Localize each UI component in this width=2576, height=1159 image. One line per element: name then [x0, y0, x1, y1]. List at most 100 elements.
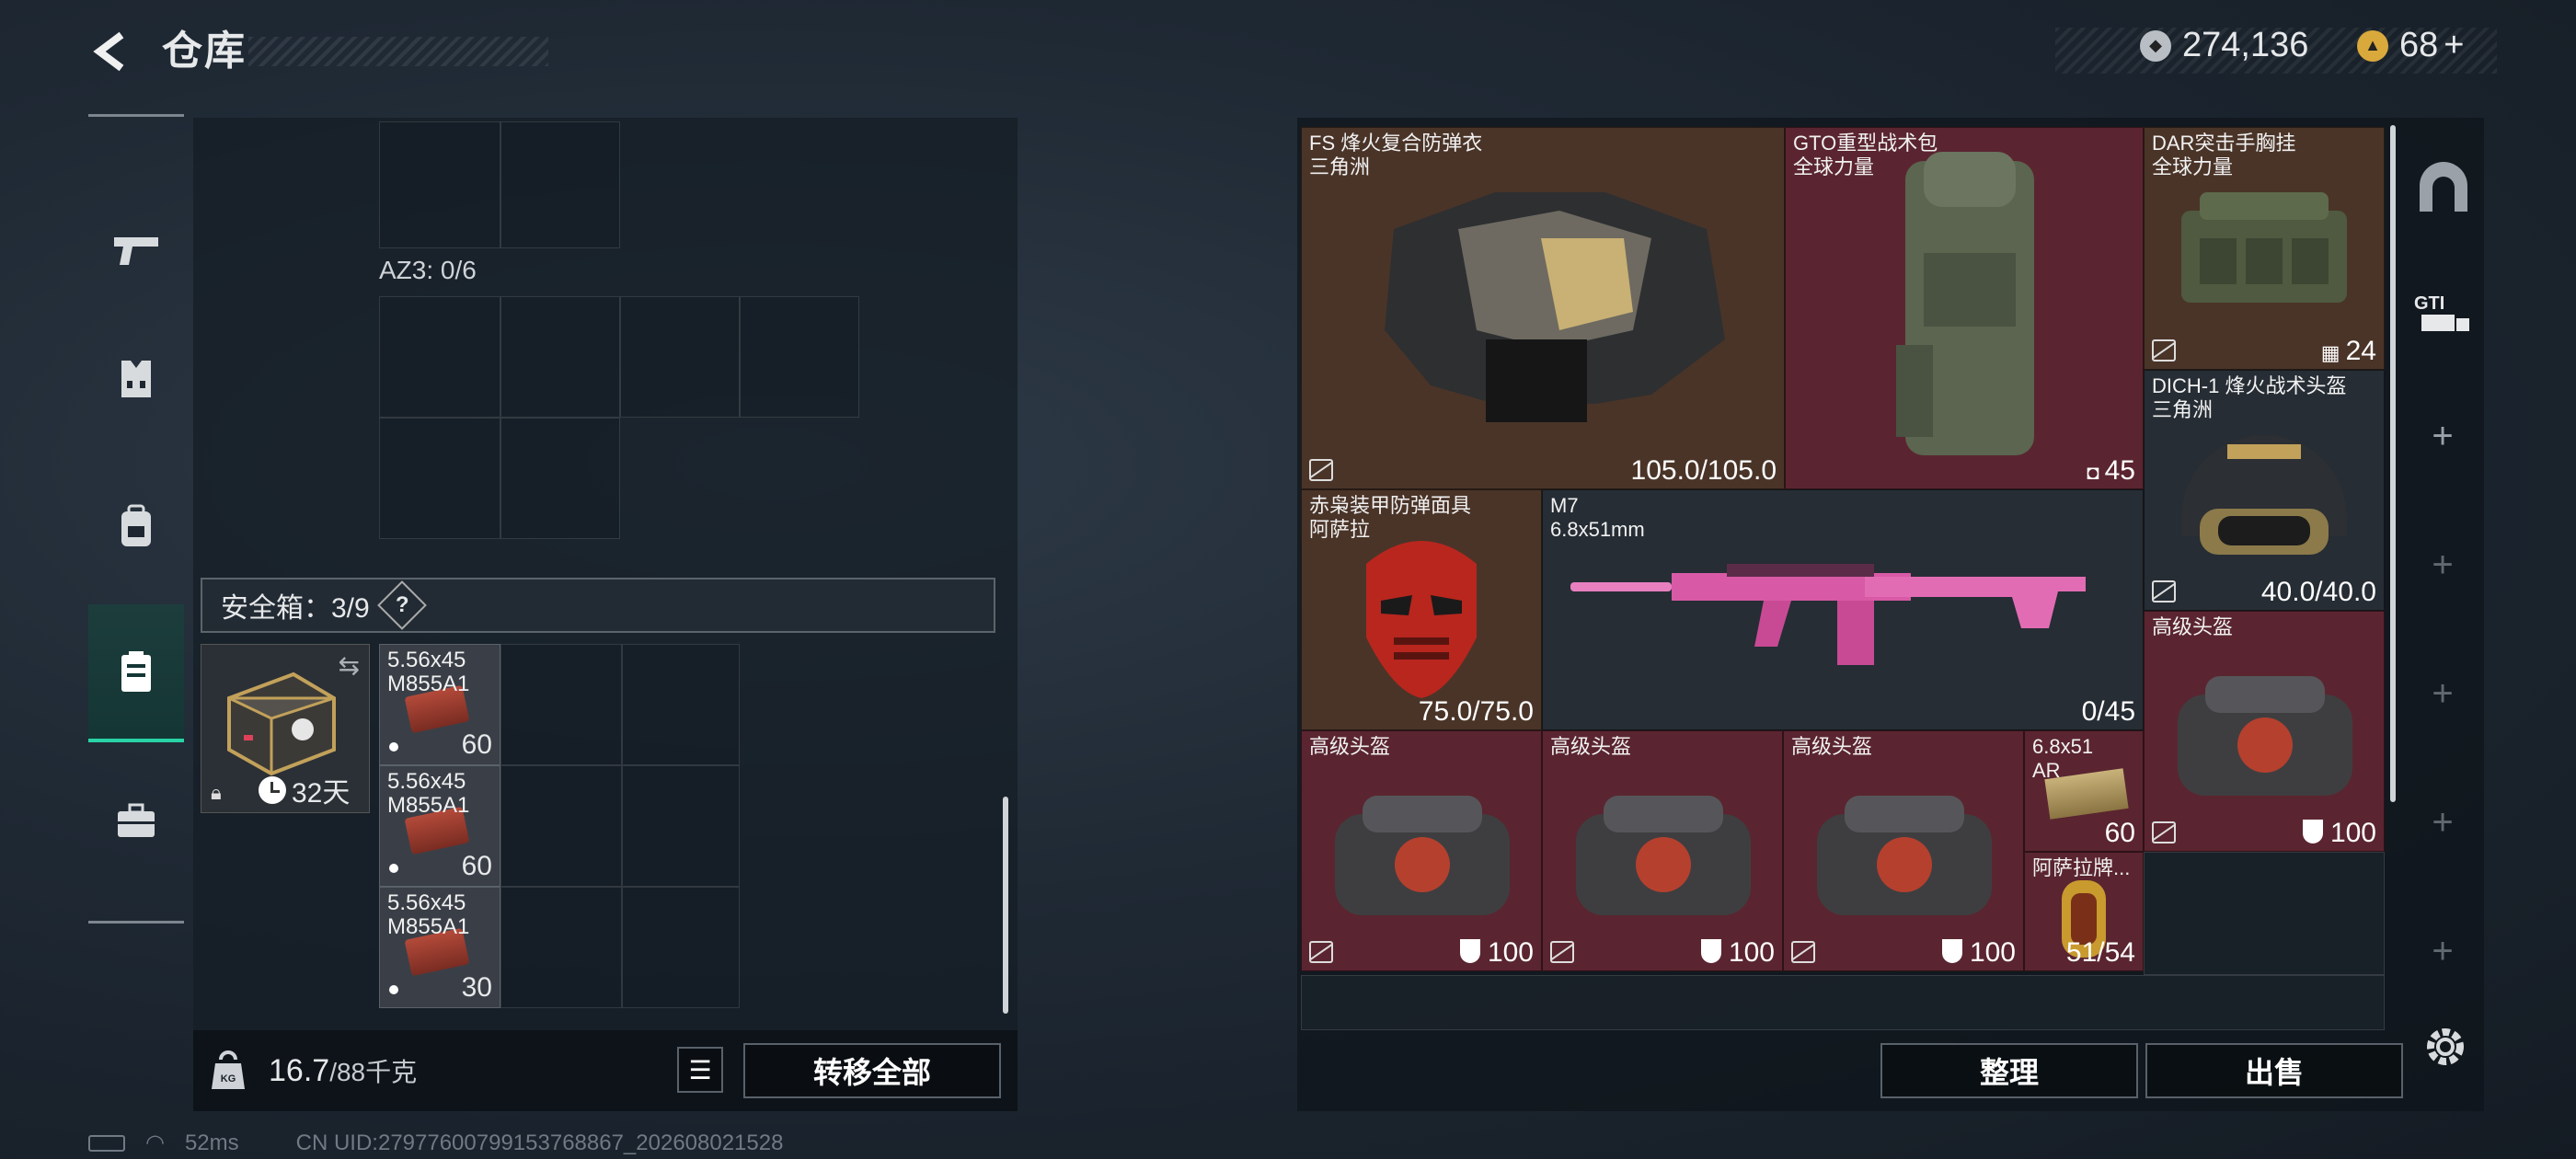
weight-readout: 16.7/88千克: [269, 1052, 417, 1089]
ammo-count: 30: [461, 972, 492, 1003]
item-face-mask[interactable]: 赤枭装甲防弹面具 阿萨拉 75.0/75.0: [1301, 489, 1542, 730]
item-armor-vest[interactable]: FS 烽火复合防弹衣 三角洲 105.0/105.0: [1301, 127, 1785, 489]
item-name: 高级头盔: [1791, 735, 1873, 758]
safebox-image: [227, 671, 336, 776]
item-durability: 100: [2302, 818, 2376, 849]
container-slot[interactable]: [500, 296, 620, 418]
stash-tab-gti[interactable]: GTI: [2412, 287, 2473, 335]
item-backpack[interactable]: GTO重型战术包 全球力量 ◘ 45: [1785, 127, 2144, 489]
container-slot[interactable]: [500, 418, 620, 539]
safebox-slot[interactable]: [500, 887, 622, 1008]
container-slot[interactable]: [740, 296, 859, 418]
item-advanced-helmet[interactable]: 高级头盔 100: [1783, 730, 2024, 971]
nav-weapons[interactable]: [88, 181, 184, 319]
face-mask-image: [1366, 541, 1477, 698]
nav-armor[interactable]: [88, 310, 184, 448]
ammo-item[interactable]: 5.56x45 M855A1 60: [379, 644, 500, 765]
expire-timer: 32天: [259, 770, 350, 810]
expire-days: 32天: [292, 778, 351, 809]
safebox-card[interactable]: ⇆ 🔒︎ 32天: [201, 644, 370, 813]
safebox-header: 安全箱：3/9 ?: [201, 578, 995, 633]
sort-button[interactable]: 整理: [1880, 1043, 2138, 1098]
stash-scrollbar[interactable]: [2390, 125, 2396, 802]
ammo-item[interactable]: 5.56x45 M855A1 30: [379, 887, 500, 1008]
svg-text:KG: KG: [221, 1073, 236, 1084]
durability-value: 100: [1969, 937, 2016, 968]
ammo-item[interactable]: 5.56x45 M855A1 60: [379, 765, 500, 887]
no-trade-icon: [2152, 821, 2176, 843]
container-label: AZ3: 0/6: [379, 256, 477, 284]
item-advanced-helmet[interactable]: 高级头盔 100: [1301, 730, 1542, 971]
item-durability: 75.0/75.0: [1418, 696, 1534, 727]
settings-button[interactable]: [2420, 1021, 2471, 1073]
duffel-bag-image: [1335, 796, 1510, 915]
container-slot[interactable]: [620, 296, 740, 418]
capacity-value: 24: [2345, 336, 2376, 366]
item-asala-brand[interactable]: 阿萨拉牌... 51/54: [2024, 852, 2144, 971]
durability-value: 100: [2329, 818, 2376, 848]
nav-toolbox[interactable]: [88, 752, 184, 889]
chevron-left-icon: [93, 31, 124, 72]
item-advanced-helmet[interactable]: 高级头盔 100: [2144, 611, 2385, 852]
item-ammo-68x51[interactable]: 6.8x51 AR 60: [2024, 730, 2144, 852]
container-slot[interactable]: [379, 296, 500, 418]
ammo-indicator: [389, 742, 398, 752]
clock-icon: [259, 776, 286, 804]
safebox-slot[interactable]: [500, 765, 622, 887]
silver-coin-icon: ◆: [2140, 29, 2171, 62]
gold-currency[interactable]: ▲ 68 +: [2357, 26, 2464, 65]
no-trade-icon: [1791, 941, 1815, 963]
list-view-button[interactable]: ☰: [677, 1047, 723, 1093]
item-durability: 100: [1459, 937, 1534, 969]
stash-empty-slot[interactable]: [2144, 852, 2385, 975]
container-slot[interactable]: [500, 121, 620, 248]
backpack-image: [1896, 152, 2034, 455]
nav-backpack[interactable]: [88, 457, 184, 595]
safebox-slot[interactable]: [500, 644, 622, 765]
item-name: 6.8x51 AR: [2032, 735, 2094, 782]
item-advanced-helmet[interactable]: 高级头盔 100: [1542, 730, 1783, 971]
item-durability: 105.0/105.0: [1630, 455, 1777, 486]
backpack-capacity-icon: ◘: [2087, 461, 2105, 484]
item-rifle-m7[interactable]: M7 6.8x51mm 0/45: [1542, 489, 2144, 730]
transfer-all-button[interactable]: 转移全部: [743, 1043, 1001, 1098]
rifle-image: [1570, 564, 2086, 665]
item-capacity: ▦ 24: [2321, 336, 2376, 367]
item-durability: 100: [1700, 937, 1775, 969]
shield-icon: [1459, 939, 1480, 963]
max-weight: /88千克: [329, 1058, 418, 1086]
backpack-icon: [121, 504, 151, 546]
page-title: 仓库: [162, 29, 247, 74]
left-scrollbar[interactable]: [1003, 797, 1008, 1014]
stash-tab-main[interactable]: [2416, 160, 2471, 215]
ammo-indicator: [389, 864, 398, 873]
swap-icon[interactable]: ⇆: [339, 650, 360, 681]
safebox-slot[interactable]: [622, 644, 740, 765]
ammo-name: 5.56x45 M855A1: [387, 890, 470, 939]
safebox-slot[interactable]: [622, 887, 740, 1008]
locked-stash-tab: +: [2432, 673, 2454, 714]
no-trade-icon: [2152, 339, 2176, 361]
silver-currency: ◆ 274,136: [2140, 26, 2308, 65]
shield-icon: [2302, 820, 2323, 843]
wifi-icon: ◠: [145, 1130, 165, 1155]
add-stash-tab-button[interactable]: +: [2403, 416, 2482, 457]
nav-safebox[interactable]: [88, 604, 184, 742]
item-name: 阿萨拉牌...: [2032, 856, 2131, 879]
help-button[interactable]: ?: [376, 580, 427, 630]
add-currency-icon[interactable]: +: [2444, 26, 2464, 65]
item-name: M7 6.8x51mm: [1550, 494, 1645, 541]
gti-logo-icon: GTI: [2414, 293, 2469, 331]
vault-icon: [2420, 162, 2467, 212]
container-slot[interactable]: [379, 418, 500, 539]
ammo-name: 5.56x45 M855A1: [387, 769, 470, 818]
gold-amount: 68: [2399, 26, 2439, 64]
back-button[interactable]: [85, 26, 136, 77]
container-slot[interactable]: [379, 121, 500, 248]
list-icon: ☰: [688, 1055, 712, 1084]
item-tactical-helmet[interactable]: DICH-1 烽火战术头盔 三角洲 40.0/40.0: [2144, 370, 2385, 611]
sell-button[interactable]: 出售: [2145, 1043, 2403, 1098]
item-chest-rig[interactable]: DAR突击手胸挂 全球力量 ▦ 24: [2144, 127, 2385, 370]
safebox-slot[interactable]: [622, 765, 740, 887]
item-name: 高级头盔: [1550, 735, 1632, 758]
